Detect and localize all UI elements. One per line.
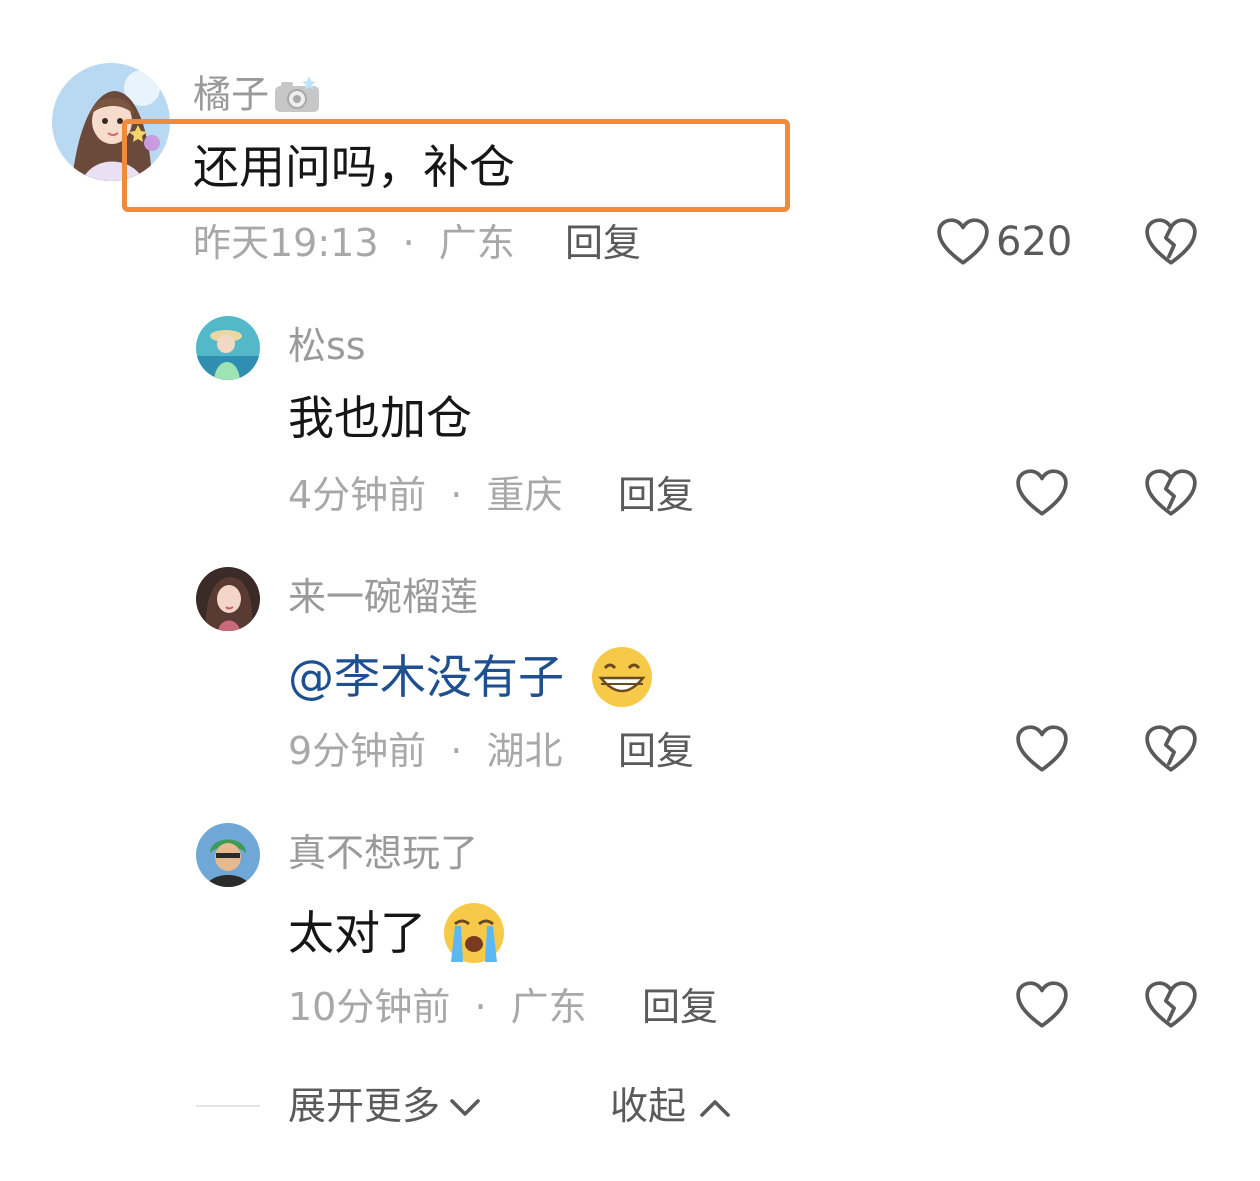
reply-location: 广东: [510, 985, 587, 1029]
reply-text-content: 太对了: [288, 906, 426, 960]
camera-icon: [273, 74, 323, 120]
dislike-button[interactable]: [1144, 468, 1198, 518]
meta-separator: ·: [450, 473, 463, 517]
meta-separator: ·: [402, 221, 415, 265]
broken-heart-icon: [1144, 724, 1198, 774]
broken-heart-icon: [1144, 217, 1198, 267]
heart-icon: [1015, 468, 1069, 518]
reply-username[interactable]: 真不想玩了: [288, 834, 478, 872]
reply-meta: 10分钟前 · 广东: [288, 988, 587, 1026]
comment-text: 还用问吗，补仓: [193, 140, 515, 194]
divider: [196, 1105, 260, 1107]
reply-location: 湖北: [486, 729, 563, 773]
reply-meta: 4分钟前 · 重庆: [288, 476, 562, 514]
like-count: 620: [996, 219, 1073, 265]
like-button[interactable]: [1015, 724, 1069, 774]
reply-username[interactable]: 松ss: [288, 327, 366, 365]
reply-meta: 9分钟前 · 湖北: [288, 732, 562, 770]
reply-button[interactable]: 回复: [565, 224, 641, 262]
comment-location: 广东: [438, 221, 515, 265]
loudly-crying-face-emoji: [441, 902, 507, 971]
reply-text: @李木没有子: [288, 646, 655, 715]
like-button[interactable]: [1015, 980, 1069, 1030]
expand-more-button[interactable]: 展开更多: [288, 1087, 482, 1125]
reply-location: 重庆: [486, 473, 563, 517]
heart-icon: [936, 217, 990, 267]
meta-separator: ·: [474, 985, 487, 1029]
heart-icon: [1015, 724, 1069, 774]
broken-heart-icon: [1144, 468, 1198, 518]
avatar[interactable]: [196, 823, 260, 887]
reply-time: 4分钟前: [288, 473, 427, 517]
reply-button[interactable]: 回复: [642, 988, 718, 1026]
collapse-label: 收起: [610, 1084, 687, 1128]
dislike-button[interactable]: [1144, 724, 1198, 774]
dislike-button[interactable]: [1144, 217, 1198, 267]
meta-separator: ·: [450, 729, 463, 773]
like-button[interactable]: [1015, 468, 1069, 518]
comment-time: 昨天19:13: [193, 221, 379, 265]
reply-time: 9分钟前: [288, 729, 427, 773]
collapse-button[interactable]: 收起: [610, 1087, 732, 1125]
chevron-down-icon: [448, 1087, 482, 1125]
dislike-button[interactable]: [1144, 980, 1198, 1030]
reply-username[interactable]: 来一碗榴莲: [288, 578, 478, 616]
broken-heart-icon: [1144, 980, 1198, 1030]
comment-meta: 昨天19:13 · 广东: [193, 224, 515, 262]
comment-username[interactable]: 橘子: [193, 74, 323, 120]
like-button[interactable]: 620: [936, 217, 1072, 267]
mention-link[interactable]: @李木没有子: [288, 650, 564, 704]
chevron-up-icon: [698, 1087, 732, 1125]
avatar[interactable]: [196, 567, 260, 631]
reply-button[interactable]: 回复: [618, 732, 694, 770]
reply-text: 太对了: [288, 902, 507, 971]
heart-icon: [1015, 980, 1069, 1030]
reply-text: 我也加仓: [288, 391, 472, 445]
expand-more-label: 展开更多: [288, 1084, 441, 1128]
reply-button[interactable]: 回复: [618, 476, 694, 514]
avatar[interactable]: [196, 316, 260, 380]
username-text: 橘子: [193, 72, 270, 117]
reply-time: 10分钟前: [288, 985, 451, 1029]
grinning-face-emoji: [589, 646, 655, 715]
